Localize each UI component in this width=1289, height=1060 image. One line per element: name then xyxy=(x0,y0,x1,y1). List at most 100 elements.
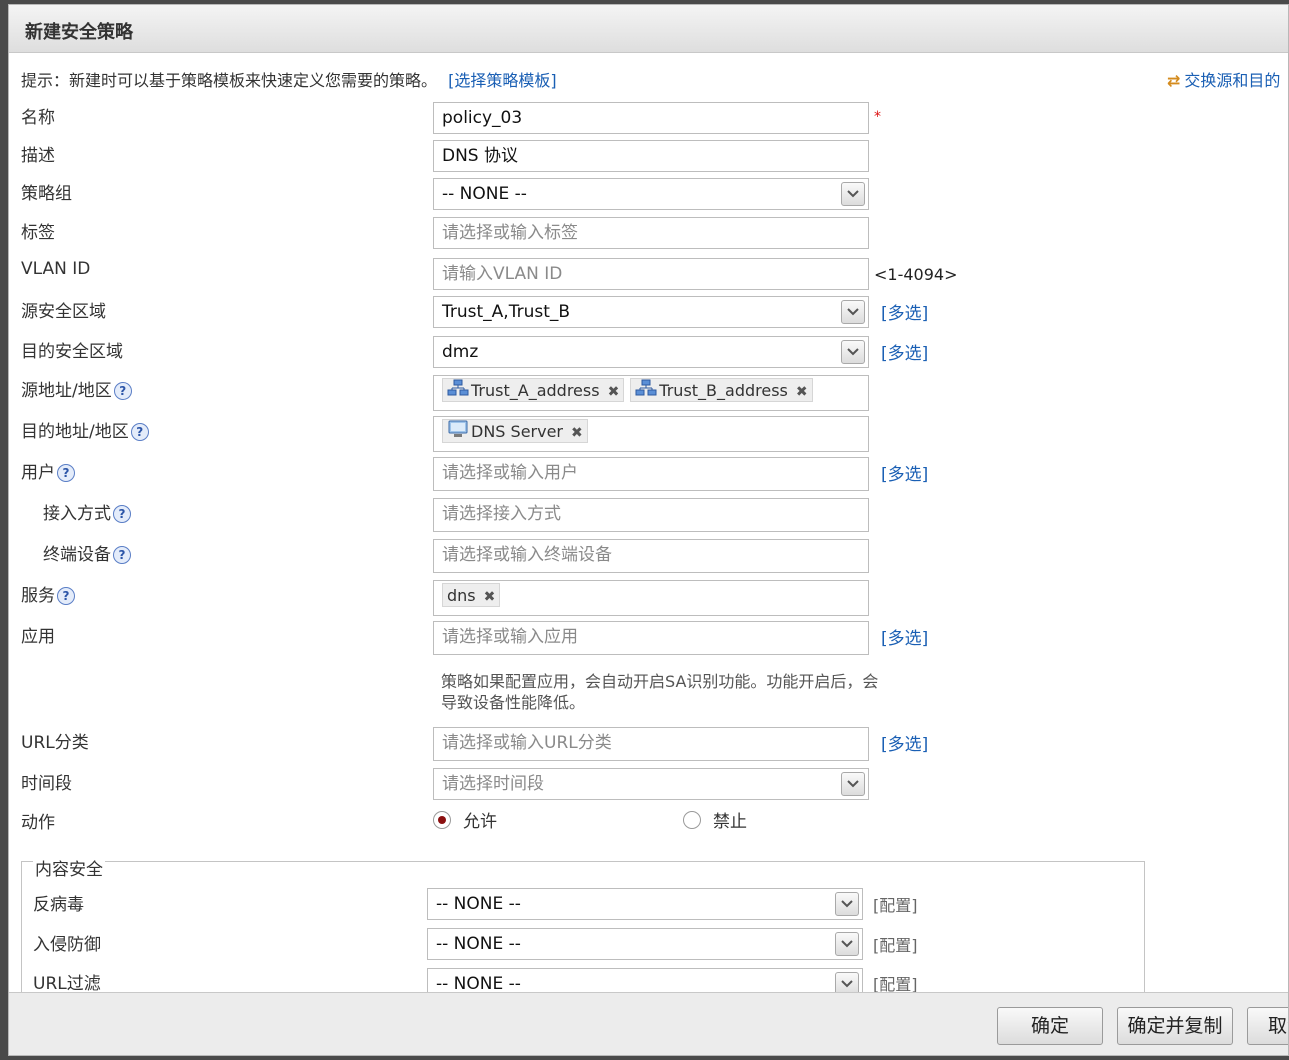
help-icon[interactable]: ? xyxy=(57,587,75,605)
chevron-down-icon[interactable] xyxy=(841,772,865,796)
server-icon xyxy=(447,420,469,445)
select-template-link[interactable]: [选择策略模板] xyxy=(448,71,557,90)
terminal-device-input[interactable]: 请选择或输入终端设备 xyxy=(433,539,869,573)
help-icon[interactable]: ? xyxy=(113,505,131,523)
url-category-input[interactable]: 请选择或输入URL分类 xyxy=(433,727,869,761)
chevron-down-icon[interactable] xyxy=(835,892,859,916)
source-zone-multi-link[interactable]: [多选] xyxy=(881,299,928,324)
application-note: 策略如果配置应用，会自动开启SA识别功能。功能开启后，会导致设备性能降低。 xyxy=(441,672,879,712)
new-security-policy-dialog: 新建安全策略 提示：新建时可以基于策略模板来快速定义您需要的策略。 [选择策略模… xyxy=(8,4,1289,1056)
dest-zone-multi-link[interactable]: [多选] xyxy=(881,339,928,364)
tags-label: 标签 xyxy=(21,223,55,243)
url-filter-value: -- NONE -- xyxy=(436,974,521,993)
source-zone-select[interactable]: Trust_A,Trust_B xyxy=(433,296,869,328)
antivirus-config-link[interactable]: [配置] xyxy=(873,892,918,916)
chevron-down-icon[interactable] xyxy=(841,300,865,324)
network-icon xyxy=(447,379,469,404)
dialog-titlebar[interactable]: 新建安全策略 xyxy=(9,5,1288,53)
name-input[interactable]: policy_03 xyxy=(433,102,869,134)
source-address-label-text: 源地址/地区 xyxy=(21,381,112,401)
address-tag: Trust_A_address ✖ xyxy=(442,378,625,404)
source-address-label: 源地址/地区? xyxy=(21,376,132,401)
remove-icon[interactable]: ✖ xyxy=(608,384,620,400)
policy-group-value: -- NONE -- xyxy=(442,184,527,204)
policy-group-label: 策略组 xyxy=(21,184,72,204)
swap-src-dst-link[interactable]: ⇄ 交换源和目的 xyxy=(1167,67,1280,91)
deny-label: 禁止 xyxy=(713,812,747,832)
description-input[interactable]: DNS 协议 xyxy=(433,140,869,172)
ips-label: 入侵防御 xyxy=(33,935,101,955)
dest-address-label: 目的地址/地区? xyxy=(21,417,149,442)
address-tag-label: Trust_B_address xyxy=(659,381,788,400)
service-input[interactable]: dns ✖ xyxy=(433,580,869,616)
action-label: 动作 xyxy=(21,813,55,833)
dest-address-label-text: 目的地址/地区 xyxy=(21,422,129,442)
address-tag: DNS Server ✖ xyxy=(442,419,588,443)
user-label: 用户? xyxy=(21,458,75,483)
vlan-range-hint: <1-4094> xyxy=(874,265,958,284)
user-multi-link[interactable]: [多选] xyxy=(881,460,928,485)
remove-icon[interactable]: ✖ xyxy=(571,425,583,441)
ok-and-copy-button[interactable]: 确定并复制 xyxy=(1117,1007,1233,1045)
dialog-title: 新建安全策略 xyxy=(25,22,133,43)
application-label: 应用 xyxy=(21,627,55,647)
application-input[interactable]: 请选择或输入应用 xyxy=(433,621,869,655)
content-security-legend: 内容安全 xyxy=(33,855,105,880)
address-tag: Trust_B_address ✖ xyxy=(630,378,813,404)
vlan-id-input[interactable]: 请输入VLAN ID xyxy=(433,258,869,290)
chevron-down-icon[interactable] xyxy=(835,972,859,992)
remove-icon[interactable]: ✖ xyxy=(796,384,808,400)
deny-radio[interactable] xyxy=(683,810,701,829)
terminal-device-label-text: 终端设备 xyxy=(43,545,111,565)
ips-config-link[interactable]: [配置] xyxy=(873,932,918,956)
required-mark: * xyxy=(874,109,881,125)
allow-radio[interactable] xyxy=(433,810,451,829)
chevron-down-icon[interactable] xyxy=(835,932,859,956)
url-filter-label: URL过滤 xyxy=(33,974,101,993)
address-tag-label: DNS Server xyxy=(471,422,563,441)
help-icon[interactable]: ? xyxy=(130,423,149,441)
network-icon xyxy=(635,379,657,404)
schedule-label: 时间段 xyxy=(21,774,72,794)
application-multi-link[interactable]: [多选] xyxy=(881,624,928,649)
help-icon[interactable]: ? xyxy=(113,382,132,400)
source-zone-value: Trust_A,Trust_B xyxy=(442,302,571,322)
dialog-content: 提示：新建时可以基于策略模板来快速定义您需要的策略。 [选择策略模板] ⇄ 交换源… xyxy=(9,53,1288,993)
dest-address-input[interactable]: DNS Server ✖ xyxy=(433,416,869,452)
url-filter-select[interactable]: -- NONE -- xyxy=(427,968,863,993)
ok-button[interactable]: 确定 xyxy=(997,1007,1103,1045)
hint-text: 提示：新建时可以基于策略模板来快速定义您需要的策略。 [选择策略模板] xyxy=(21,67,557,91)
service-label-text: 服务 xyxy=(21,586,55,606)
source-address-input[interactable]: Trust_A_address ✖ Trust_B_address ✖ xyxy=(433,375,869,411)
service-tag: dns ✖ xyxy=(442,583,501,607)
service-tag-label: dns xyxy=(447,586,476,605)
ips-select[interactable]: -- NONE -- xyxy=(427,928,863,960)
action-deny-option[interactable]: 禁止 xyxy=(683,807,747,832)
schedule-select[interactable]: 请选择时间段 xyxy=(433,768,869,800)
access-method-label-text: 接入方式 xyxy=(43,504,111,524)
swap-link-label: 交换源和目的 xyxy=(1184,71,1281,90)
antivirus-label: 反病毒 xyxy=(33,895,84,915)
chevron-down-icon[interactable] xyxy=(841,340,865,364)
user-input[interactable]: 请选择或输入用户 xyxy=(433,457,869,491)
remove-icon[interactable]: ✖ xyxy=(484,589,496,605)
dest-zone-select[interactable]: dmz xyxy=(433,336,869,368)
url-category-multi-link[interactable]: [多选] xyxy=(881,730,928,755)
url-filter-config-link[interactable]: [配置] xyxy=(873,971,918,992)
dest-zone-value: dmz xyxy=(442,342,479,362)
source-zone-label: 源安全区域 xyxy=(21,302,106,322)
chevron-down-icon[interactable] xyxy=(841,182,865,206)
terminal-device-label: 终端设备? xyxy=(43,540,131,565)
policy-group-select[interactable]: -- NONE -- xyxy=(433,178,869,210)
help-icon[interactable]: ? xyxy=(113,546,131,564)
access-method-input[interactable]: 请选择接入方式 xyxy=(433,498,869,532)
tags-input[interactable]: 请选择或输入标签 xyxy=(433,217,869,249)
access-method-label: 接入方式? xyxy=(43,499,131,524)
action-allow-option[interactable]: 允许 xyxy=(433,807,497,832)
description-label: 描述 xyxy=(21,146,55,166)
hint-message: 提示：新建时可以基于策略模板来快速定义您需要的策略。 xyxy=(21,71,438,90)
user-label-text: 用户 xyxy=(21,463,55,483)
antivirus-select[interactable]: -- NONE -- xyxy=(427,888,863,920)
cancel-button[interactable]: 取消 xyxy=(1247,1007,1288,1045)
help-icon[interactable]: ? xyxy=(57,464,75,482)
